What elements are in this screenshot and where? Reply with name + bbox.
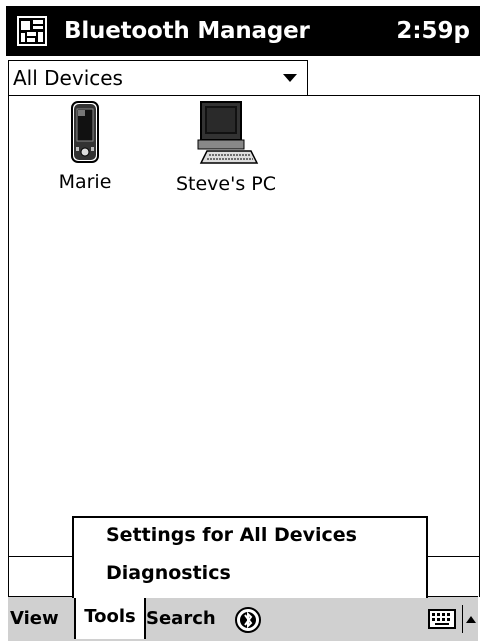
view-menu[interactable]: View [10,597,59,641]
app-title: Bluetooth Manager [64,18,310,44]
device-label-marie: Marie [58,171,112,193]
start-menu-icon[interactable] [16,15,48,47]
menu-item-settings-all-devices[interactable]: Settings for All Devices [106,524,357,546]
pda-icon [71,101,99,163]
device-label-steves-pc: Steve's PC [175,173,277,195]
command-bar: View Tools Search [8,595,478,641]
keyboard-icon[interactable] [428,609,456,629]
tools-menu[interactable]: Tools [74,595,146,639]
device-list: Marie Steve's PC [8,95,480,556]
search-menu[interactable]: Search [146,597,216,641]
desktop-computer-icon [197,101,259,164]
device-item-marie[interactable]: Marie [45,101,125,193]
clock[interactable]: 2:59p [396,6,470,56]
menu-item-diagnostics[interactable]: Diagnostics [106,562,231,584]
device-item-steves-pc[interactable]: Steve's PC [165,101,287,195]
tools-popup-menu: Settings for All Devices Diagnostics [72,516,428,598]
bluetooth-icon[interactable] [234,606,262,634]
chevron-down-icon[interactable] [283,74,297,82]
input-arrow-icon[interactable] [462,605,477,633]
screen: Bluetooth Manager 2:59p All Devices Mari… [0,0,486,643]
device-filter-value: All Devices [13,66,123,90]
device-filter-dropdown[interactable]: All Devices [8,60,308,96]
title-bar: Bluetooth Manager 2:59p [6,6,480,56]
